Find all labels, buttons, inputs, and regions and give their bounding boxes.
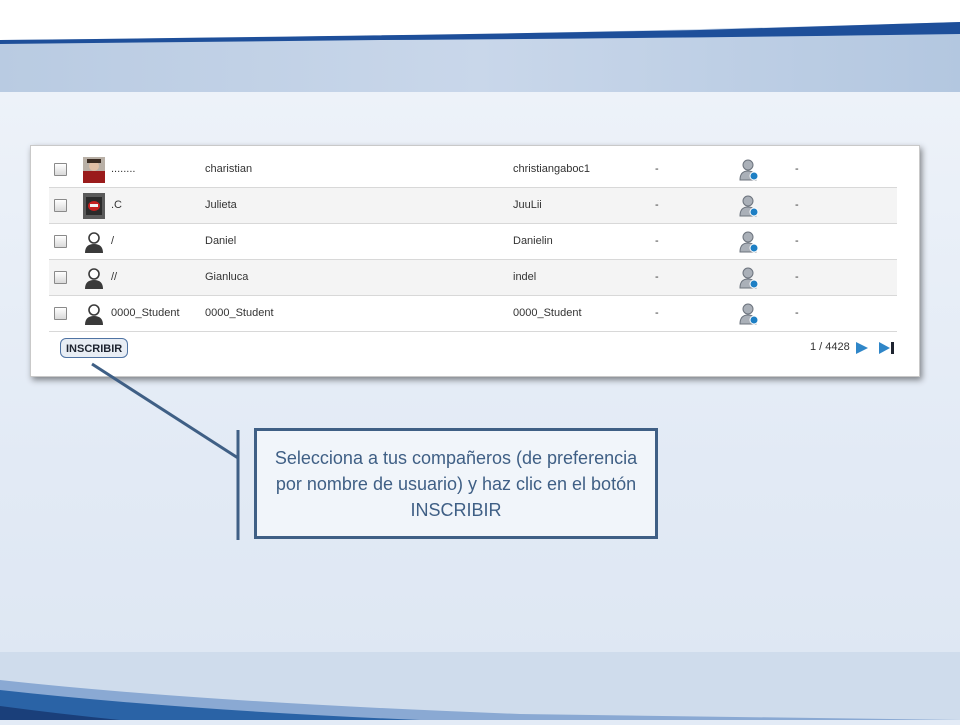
page-indicator: 1 / 4428 [810, 341, 850, 353]
status-cell: - [795, 163, 799, 175]
last-name-cell: 0000_Student [205, 307, 274, 319]
table-row: .C Julieta JuuLii - - [49, 188, 897, 224]
status-cell: - [795, 307, 799, 319]
first-name-cell: / [111, 235, 115, 247]
default-user-icon [83, 229, 105, 255]
table-row: // Gianluca indel - - [49, 260, 897, 296]
table-row: ........ charistian christiangaboc1 - - [49, 152, 897, 188]
table-footer: INSCRIBIR 1 / 4428 [49, 333, 897, 363]
username-cell: JuuLii [513, 199, 542, 211]
first-name-cell: .C [111, 199, 122, 211]
row-checkbox[interactable] [54, 271, 67, 284]
info-cell: - [655, 163, 659, 175]
user-list-panel: ........ charistian christiangaboc1 - - [30, 145, 920, 377]
first-name-cell: // [111, 271, 118, 283]
row-checkbox[interactable] [54, 199, 67, 212]
first-name-cell: ........ [111, 163, 136, 175]
row-checkbox[interactable] [54, 307, 67, 320]
user-table: ........ charistian christiangaboc1 - - [49, 152, 897, 332]
row-checkbox[interactable] [54, 235, 67, 248]
instruction-callout: Selecciona a tus compañeros (de preferen… [254, 428, 658, 539]
enroll-button[interactable]: INSCRIBIR [60, 338, 129, 358]
info-cell: - [655, 199, 659, 211]
username-cell: Danielin [513, 235, 553, 247]
photo-avatar-icon [83, 193, 105, 219]
username-cell: 0000_Student [513, 307, 582, 319]
first-name-cell: 0000_Student [111, 307, 180, 319]
top-banner [0, 0, 960, 92]
default-user-icon [83, 265, 105, 291]
status-cell: - [795, 271, 799, 283]
last-name-cell: Gianluca [205, 271, 249, 283]
info-cell: - [655, 271, 659, 283]
last-name-cell: Julieta [205, 199, 237, 211]
row-checkbox[interactable] [54, 163, 67, 176]
next-page-icon[interactable] [855, 341, 869, 355]
callout-text: Selecciona a tus compañeros (de preferen… [274, 447, 638, 520]
status-cell: - [795, 235, 799, 247]
info-cell: - [655, 307, 659, 319]
username-cell: christiangaboc1 [513, 163, 591, 175]
username-cell: indel [513, 271, 537, 283]
user-role-icon [738, 158, 760, 182]
bottom-banner [0, 640, 960, 720]
status-cell: - [795, 199, 799, 211]
last-name-cell: charistian [205, 163, 253, 175]
photo-avatar-icon [83, 157, 105, 183]
last-name-cell: Daniel [205, 235, 237, 247]
user-role-icon [738, 302, 760, 326]
last-page-icon[interactable] [878, 341, 895, 355]
table-row: / Daniel Danielin - - [49, 224, 897, 260]
info-cell: - [655, 235, 659, 247]
user-role-icon [738, 230, 760, 254]
user-role-icon [738, 266, 760, 290]
default-user-icon [83, 301, 105, 327]
table-row: 0000_Student 0000_Student 0000_Student -… [49, 296, 897, 332]
user-role-icon [738, 194, 760, 218]
